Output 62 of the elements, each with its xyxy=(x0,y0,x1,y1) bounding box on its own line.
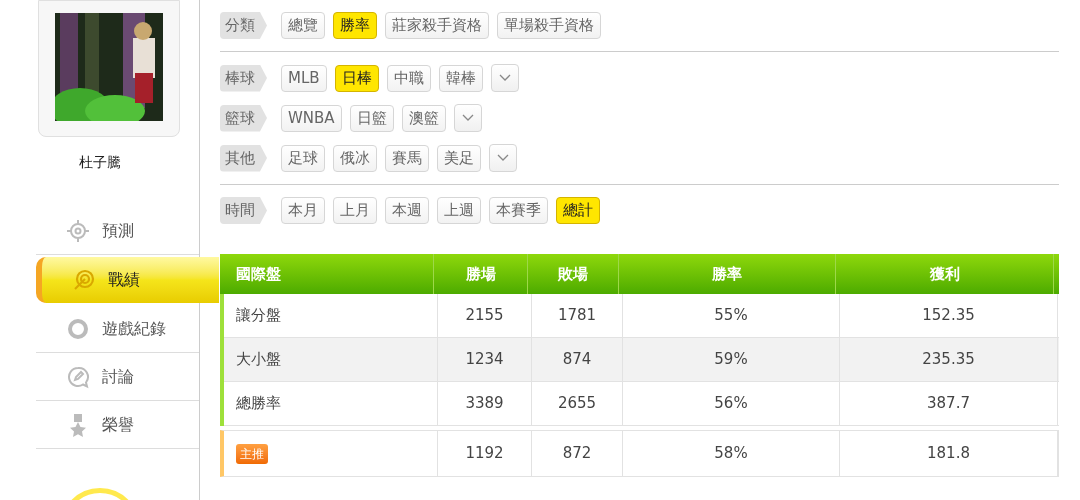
table-cell: 讓分盤 xyxy=(224,294,438,337)
filter-label: 分類 xyxy=(220,12,267,39)
crosshair-icon xyxy=(66,218,90,243)
filter-chip[interactable]: 美足 xyxy=(437,144,481,172)
filter-chip[interactable]: 韓棒 xyxy=(438,64,483,92)
table-cell: 2155 xyxy=(438,294,532,337)
table-cell: 3389 xyxy=(438,382,532,425)
ring-icon xyxy=(66,316,90,341)
chevron-down-icon xyxy=(497,154,509,162)
table-cell: 59% xyxy=(623,338,840,381)
table-cell: 387.7 xyxy=(840,382,1058,425)
chevron-down-icon xyxy=(498,74,511,82)
table-cell: 總勝率 xyxy=(224,382,438,425)
dropdown-button[interactable] xyxy=(489,144,517,172)
dropdown-button[interactable] xyxy=(453,104,482,132)
filter-chip[interactable]: 賽馬 xyxy=(385,144,429,172)
table-cell: 152.35 xyxy=(840,294,1058,337)
filter-chip[interactable]: 上月 xyxy=(333,197,377,224)
filter-chip[interactable]: 俄冰 xyxy=(333,144,377,172)
filter-chip[interactable]: 總覽 xyxy=(281,12,325,39)
filter-chip[interactable]: 本月 xyxy=(281,197,325,224)
filter-chip[interactable]: 莊家殺手資格 xyxy=(385,12,489,39)
table-cell: 181.8 xyxy=(840,431,1058,476)
filter-chip[interactable]: 澳籃 xyxy=(401,104,446,132)
table-cell: 872 xyxy=(532,431,623,476)
menu-item[interactable]: 預測 xyxy=(36,207,199,255)
filter-chip[interactable]: 足球 xyxy=(281,144,325,172)
user-name: 杜子騰 xyxy=(78,152,121,172)
table-cell: 874 xyxy=(532,338,623,381)
menu-item[interactable]: 遊戲紀錄 xyxy=(36,305,199,353)
featured-badge: 主推 xyxy=(236,443,268,464)
table-cell: 58% xyxy=(623,431,840,476)
chevron-down-icon xyxy=(461,114,474,122)
filter-chip[interactable]: 本賽季 xyxy=(489,197,548,224)
filter-chip[interactable]: WNBA xyxy=(281,104,342,132)
table-cell: 1192 xyxy=(438,431,532,476)
table-cell: 235.35 xyxy=(840,338,1058,381)
table-cell: 大小盤 xyxy=(224,338,438,381)
target-icon xyxy=(72,268,96,292)
table-cell: 1781 xyxy=(532,294,623,337)
filter-chip[interactable]: 日棒 xyxy=(334,64,379,92)
filter-chip[interactable]: 中職 xyxy=(386,64,431,92)
filter-label: 其他 xyxy=(220,144,267,172)
filter-chip[interactable]: 上週 xyxy=(437,197,481,224)
filter-chip[interactable]: 單場殺手資格 xyxy=(497,12,601,39)
menu-item[interactable]: 榮譽 xyxy=(36,401,199,449)
table-cell: 55% xyxy=(623,294,840,337)
dropdown-button[interactable] xyxy=(490,64,519,92)
filter-chip[interactable]: 本週 xyxy=(385,197,429,224)
filter-chip[interactable]: 勝率 xyxy=(333,12,377,39)
filter-chip[interactable]: 日籃 xyxy=(349,104,394,132)
table-cell: 2655 xyxy=(532,382,623,425)
table-cell: 56% xyxy=(623,382,840,425)
filter-chip[interactable]: MLB xyxy=(281,64,327,92)
menu-item[interactable]: 戰績 xyxy=(36,257,219,303)
filter-label: 棒球 xyxy=(220,64,267,92)
filter-chip[interactable]: 總計 xyxy=(556,197,600,224)
filter-label: 時間 xyxy=(220,197,267,224)
filter-label: 籃球 xyxy=(220,104,267,132)
chat-edit-icon xyxy=(66,364,90,389)
menu-item[interactable]: 討論 xyxy=(36,353,199,401)
table-cell: 1234 xyxy=(438,338,532,381)
